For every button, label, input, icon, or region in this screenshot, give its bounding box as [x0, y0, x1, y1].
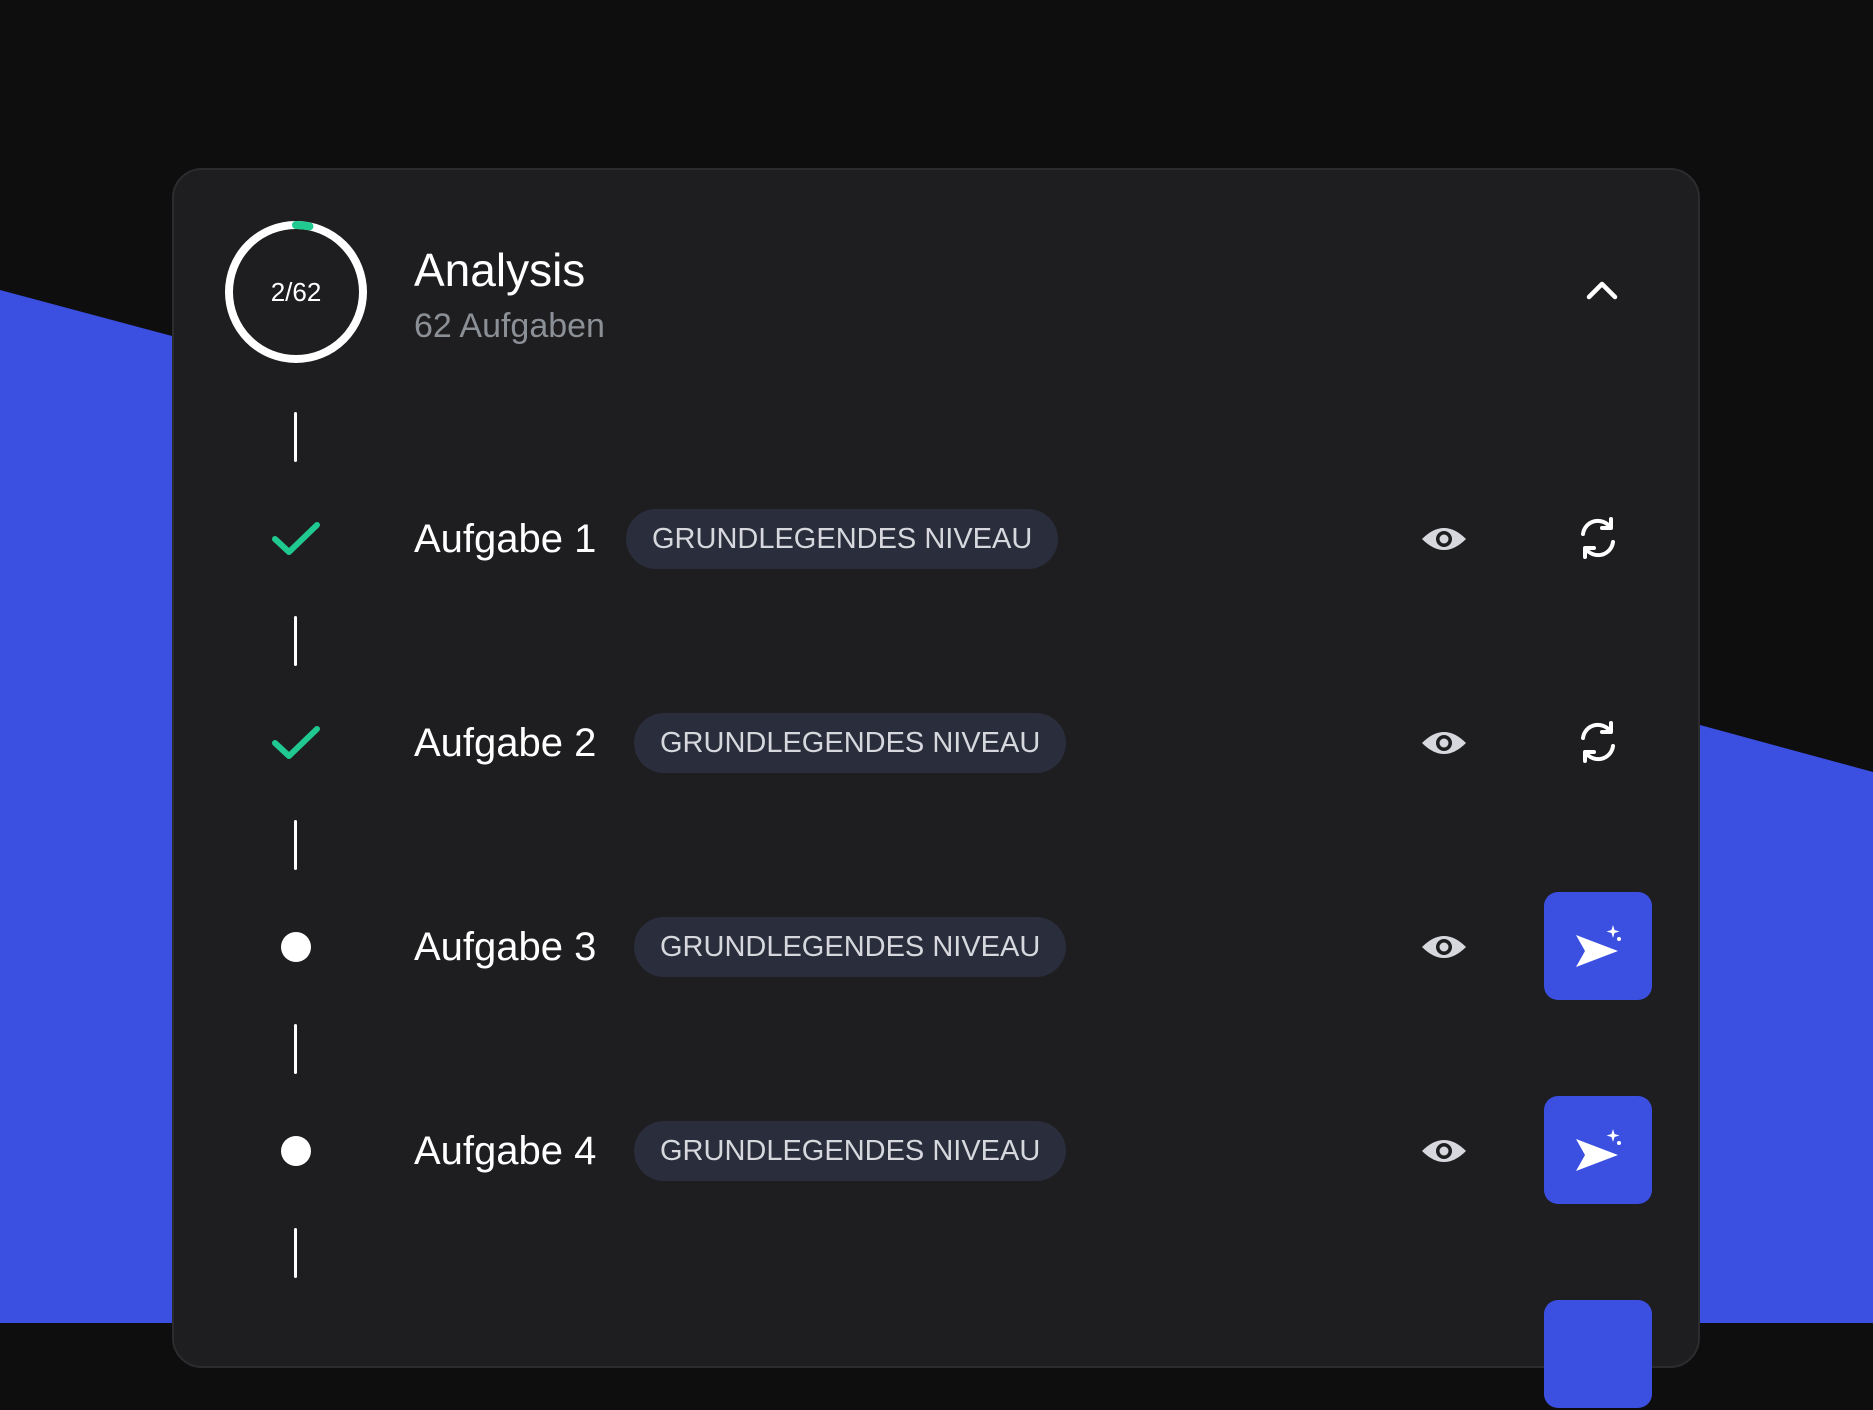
level-badge: GRUNDLEGENDES NIVEAU [634, 1121, 1067, 1181]
eye-icon [1422, 732, 1466, 754]
send-sparkle-icon [1576, 925, 1621, 967]
task-status-open [264, 1121, 328, 1181]
task-label: Aufgabe 4 [414, 1129, 597, 1173]
level-badge: GRUNDLEGENDES NIVEAU [626, 509, 1059, 569]
timeline-connector [294, 412, 297, 462]
start-task-button[interactable] [1544, 1096, 1652, 1204]
timeline-connector [294, 820, 297, 870]
task-label: Aufgabe 1 [414, 517, 597, 561]
open-dot-icon [281, 1136, 311, 1166]
collapse-button[interactable] [1570, 258, 1634, 322]
task-status-done [264, 713, 328, 773]
send-sparkle-icon [1576, 1129, 1621, 1171]
eye-icon [1422, 528, 1466, 550]
section-title: Analysis [414, 244, 586, 296]
timeline-connector [294, 1024, 297, 1074]
view-button[interactable] [1414, 509, 1474, 569]
retry-icon [1581, 517, 1615, 559]
task-status-done [264, 509, 328, 569]
start-task-button[interactable] [1544, 892, 1652, 1000]
view-button[interactable] [1414, 917, 1474, 977]
start-task-button[interactable] [1544, 1300, 1652, 1408]
task-section-card: 2/62 Analysis 62 Aufgaben Aufgabe 1 GRUN… [172, 168, 1702, 1408]
section-subtitle: 62 Aufgaben [414, 307, 605, 345]
retry-icon [1581, 721, 1615, 763]
progress-count: 2/62 [270, 276, 322, 307]
checkmark-icon [272, 522, 320, 555]
level-badge: GRUNDLEGENDES NIVEAU [634, 713, 1067, 773]
eye-icon [1422, 1140, 1466, 1162]
retry-button[interactable] [1544, 688, 1652, 796]
view-button[interactable] [1414, 713, 1474, 773]
retry-button[interactable] [1544, 484, 1652, 592]
view-button[interactable] [1414, 1121, 1474, 1181]
timeline-connector [294, 616, 297, 666]
timeline-connector [294, 1228, 297, 1278]
task-row[interactable]: Aufgabe 3 GRUNDLEGENDES NIVEAU [174, 892, 1702, 1002]
task-row[interactable]: Aufgabe 4 GRUNDLEGENDES NIVEAU [174, 1096, 1702, 1206]
checkmark-icon [272, 726, 320, 759]
eye-icon [1422, 936, 1466, 958]
level-badge: GRUNDLEGENDES NIVEAU [634, 917, 1067, 977]
task-row[interactable] [174, 1300, 1702, 1410]
task-label: Aufgabe 3 [414, 925, 597, 969]
task-status-open [264, 917, 328, 977]
task-label: Aufgabe 2 [414, 721, 597, 765]
task-row[interactable]: Aufgabe 2 GRUNDLEGENDES NIVEAU [174, 688, 1702, 798]
task-row[interactable]: Aufgabe 1 GRUNDLEGENDES NIVEAU [174, 484, 1702, 594]
chevron-up-icon [1586, 281, 1618, 300]
open-dot-icon [281, 932, 311, 962]
